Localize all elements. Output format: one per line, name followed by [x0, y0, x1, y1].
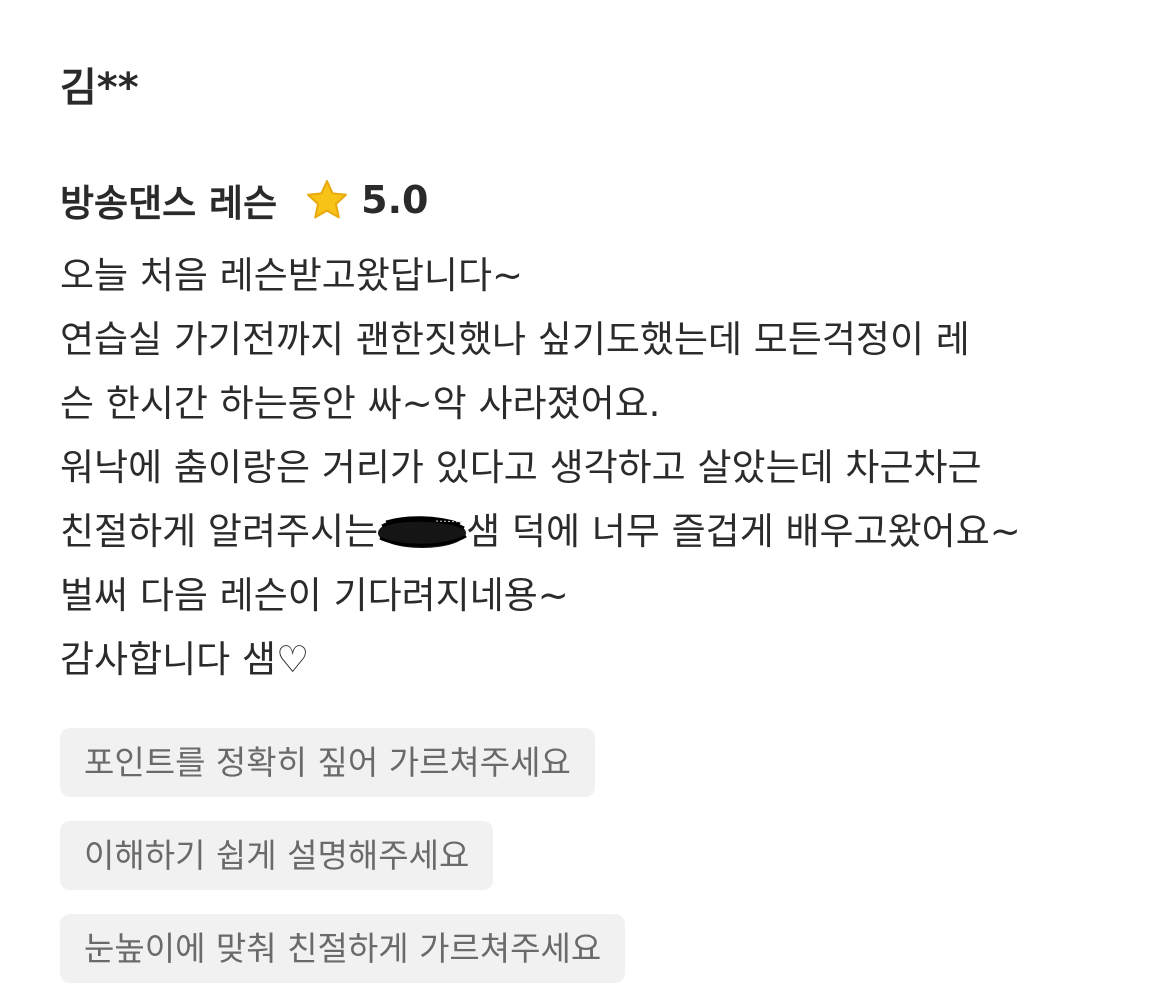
review-tags: 포인트를 정확히 짚어 가르쳐주세요 이해하기 쉽게 설명해주세요 눈높이에 맞… [60, 728, 626, 1007]
review-line: 연습실 가기전까지 괜한짓했나 싶기도했는데 모든걱정이 레 [60, 318, 970, 361]
reviewer-name: 김** [60, 65, 139, 111]
review-line-with-redaction: 친절하게 알려주시는 샘 덕에 너무 즐겁게 배우고왔어요~ [60, 500, 1140, 564]
review-line-part: 친절하게 알려주시는 [60, 510, 379, 553]
review-line: 슨 한시간 하는동안 싸~악 사라졌어요. [60, 382, 661, 425]
class-rating-row: 방송댄스 레슨 5.0 [60, 172, 428, 228]
review-line: 벌써 다음 레슨이 기다려지네용~ [60, 574, 569, 617]
review-tag: 눈높이에 맞춰 친절하게 가르쳐주세요 [60, 914, 626, 983]
review-tag: 이해하기 쉽게 설명해주세요 [60, 821, 494, 890]
redacted-name-scribble [376, 506, 468, 548]
review-line: 감사합니다 샘♡ [60, 638, 310, 681]
review-body: 오늘 처음 레슨받고왔답니다~ 연습실 가기전까지 괜한짓했나 싶기도했는데 모… [60, 244, 1140, 692]
review-line-part: 샘 덕에 너무 즐겁게 배우고왔어요~ [466, 510, 1021, 553]
review-line: 워낙에 춤이랑은 거리가 있다고 생각하고 살았는데 차근차근 [60, 446, 982, 489]
class-name: 방송댄스 레슨 [60, 182, 278, 225]
review-line: 오늘 처음 레슨받고왔답니다~ [60, 254, 524, 297]
rating-value: 5.0 [361, 178, 429, 222]
star-icon [305, 178, 349, 222]
review-tag: 포인트를 정확히 짚어 가르쳐주세요 [60, 728, 595, 797]
